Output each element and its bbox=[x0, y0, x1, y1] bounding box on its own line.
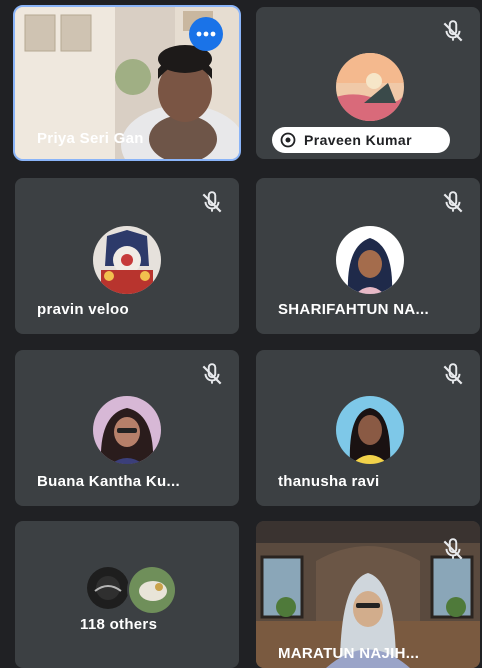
name-label-pill: Praveen Kumar bbox=[272, 127, 450, 153]
participant-tile-pravin[interactable]: pravin veloo bbox=[15, 178, 239, 334]
mic-off-icon bbox=[443, 363, 463, 385]
participant-name: thanusha ravi bbox=[278, 473, 380, 490]
others-tile[interactable]: 118 others bbox=[15, 521, 239, 668]
avatar bbox=[336, 396, 404, 464]
participant-name: Buana Kantha Ku... bbox=[37, 473, 180, 490]
mic-off-icon bbox=[443, 191, 463, 213]
participant-mic-icon bbox=[280, 132, 296, 148]
mic-off-icon bbox=[443, 20, 463, 42]
mic-off-icon bbox=[443, 538, 463, 560]
participant-tile-praveen[interactable]: Praveen Kumar bbox=[256, 7, 480, 159]
participant-name: Priya Seri Gan bbox=[37, 130, 144, 147]
mic-off-icon bbox=[202, 191, 222, 213]
others-avatar-1 bbox=[87, 567, 129, 609]
others-count-label: 118 others bbox=[80, 616, 158, 633]
avatar bbox=[93, 396, 161, 464]
participant-tile-buana[interactable]: Buana Kantha Ku... bbox=[15, 350, 239, 506]
participant-tile-thanusha[interactable]: thanusha ravi bbox=[256, 350, 480, 506]
avatar bbox=[336, 53, 404, 121]
avatar bbox=[93, 226, 161, 294]
participant-tile-sharifahtun[interactable]: SHARIFAHTUN NA... bbox=[256, 178, 480, 334]
more-options-button[interactable] bbox=[189, 17, 223, 51]
participant-tile-priya[interactable]: Priya Seri Gan bbox=[13, 5, 241, 161]
others-avatar-2 bbox=[127, 565, 177, 615]
participant-tile-maratun[interactable]: MARATUN NAJIH... bbox=[256, 521, 480, 668]
participant-name: Praveen Kumar bbox=[304, 132, 412, 148]
participant-name: pravin veloo bbox=[37, 301, 129, 318]
participant-name: MARATUN NAJIH... bbox=[278, 645, 420, 662]
mic-off-icon bbox=[202, 363, 222, 385]
participant-name: SHARIFAHTUN NA... bbox=[278, 301, 429, 318]
avatar bbox=[336, 226, 404, 294]
more-options-icon bbox=[196, 31, 216, 37]
